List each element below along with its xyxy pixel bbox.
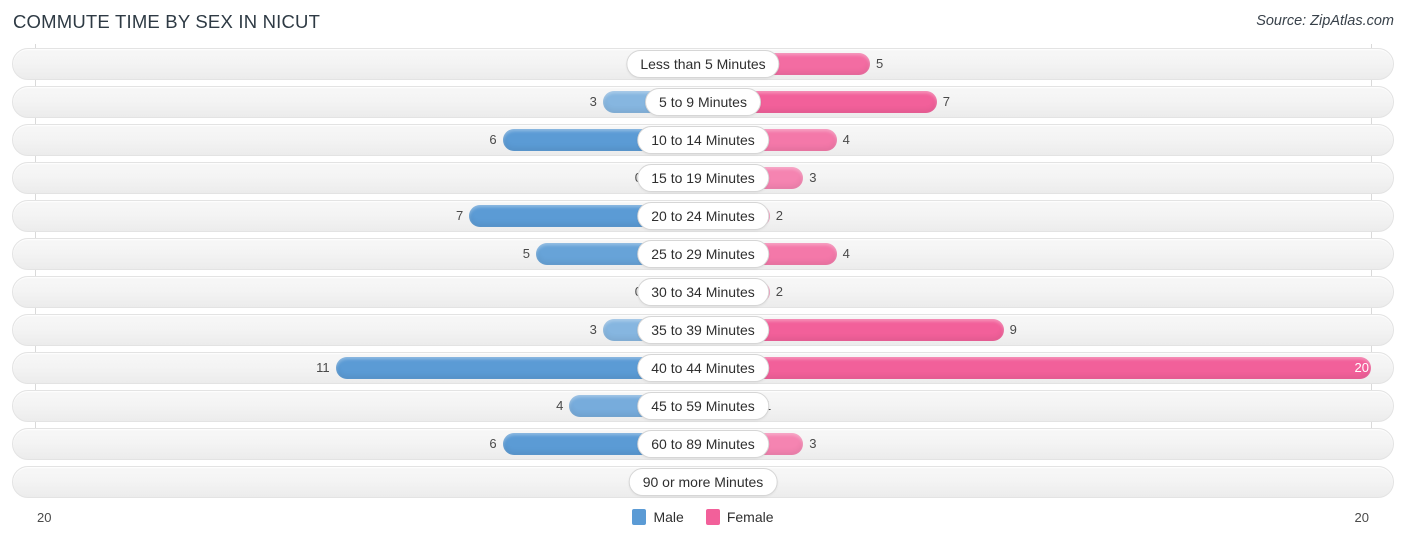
bar-value-female: 7: [942, 94, 951, 109]
bar-pair: 0315 to 19 Minutes: [13, 163, 1393, 193]
bar-value-male: 4: [556, 398, 564, 413]
bar-value-female: 3: [809, 170, 817, 185]
category-label: 30 to 34 Minutes: [637, 278, 769, 306]
bar-value-female: 9: [1009, 322, 1017, 337]
table-row[interactable]: 0090 or more Minutes: [12, 466, 1394, 498]
table-row[interactable]: 3 9 35 to 39 Minutes: [12, 314, 1394, 346]
source-attribution: Source: ZipAtlas.com: [1256, 13, 1394, 29]
bar-value-male: 3: [589, 94, 597, 109]
bar-pair: 0230 to 34 Minutes: [13, 277, 1393, 307]
bar-pair: 0090 or more Minutes: [13, 467, 1393, 497]
table-row[interactable]: 3 7 5 to 9 Minutes: [12, 86, 1394, 118]
table-row[interactable]: 0230 to 34 Minutes: [12, 276, 1394, 308]
bar-pair: 7 2 20 to 24 Minutes: [13, 201, 1393, 231]
table-row[interactable]: 6 4 10 to 14 Minutes: [12, 124, 1394, 156]
chart-header: COMMUTE TIME BY SEX IN NICUT Source: Zip…: [0, 0, 1406, 44]
bar-value-female: 3: [809, 436, 817, 451]
bar-value-female: 2: [775, 284, 784, 299]
bar-value-male: 11: [316, 360, 330, 375]
bar-pair: 3 7 5 to 9 Minutes: [13, 87, 1393, 117]
bar-value-female: 4: [842, 132, 850, 147]
chart-axis: 20 20 Male Female: [0, 504, 1406, 544]
chart-plot-area: 05Less than 5 Minutes375 to 9 Minutes641…: [0, 44, 1406, 525]
bar-value-male: 3: [589, 322, 597, 337]
category-label: 5 to 9 Minutes: [645, 88, 761, 116]
table-row[interactable]: 7 2 20 to 24 Minutes: [12, 200, 1394, 232]
table-row[interactable]: 0315 to 19 Minutes: [12, 162, 1394, 194]
table-row[interactable]: 6 3 60 to 89 Minutes: [12, 428, 1394, 460]
category-label: Less than 5 Minutes: [626, 50, 780, 78]
category-label: 15 to 19 Minutes: [637, 164, 769, 192]
bar-value-male: 7: [455, 208, 464, 223]
bar-pair: 05Less than 5 Minutes: [13, 49, 1393, 79]
category-label: 10 to 14 Minutes: [637, 126, 769, 154]
table-row[interactable]: 05Less than 5 Minutes: [12, 48, 1394, 80]
category-label: 25 to 29 Minutes: [637, 240, 769, 268]
category-label: 40 to 44 Minutes: [637, 354, 769, 382]
bar-pair: 5 4 25 to 29 Minutes: [13, 239, 1393, 269]
bar-value-male: 6: [489, 436, 497, 451]
bar-value-female: 2: [775, 208, 784, 223]
bar-pair: 11 20 40 to 44 Minutes: [13, 353, 1393, 383]
table-row[interactable]: 11 20 40 to 44 Minutes: [12, 352, 1394, 384]
bar-female[interactable]: [703, 357, 1371, 379]
category-label: 45 to 59 Minutes: [637, 392, 769, 420]
bar-pair: 4145 to 59 Minutes: [13, 391, 1393, 421]
table-row[interactable]: 4145 to 59 Minutes: [12, 390, 1394, 422]
bar-value-female: 20: [1354, 360, 1369, 375]
bar-value-female: 4: [842, 246, 850, 261]
table-row[interactable]: 5 4 25 to 29 Minutes: [12, 238, 1394, 270]
bar-rows-container: 05Less than 5 Minutes375 to 9 Minutes641…: [0, 44, 1406, 498]
category-label: 35 to 39 Minutes: [637, 316, 769, 344]
category-label: 60 to 89 Minutes: [637, 430, 769, 458]
category-label: 90 or more Minutes: [628, 468, 778, 496]
bar-pair: 6 4 10 to 14 Minutes: [13, 125, 1393, 155]
bar-pair: 3 9 35 to 39 Minutes: [13, 315, 1393, 345]
category-label: 20 to 24 Minutes: [637, 202, 769, 230]
bar-value-female: 5: [876, 56, 884, 71]
bar-pair: 6 3 60 to 89 Minutes: [13, 429, 1393, 459]
bar-value-male: 6: [489, 132, 497, 147]
page-title: COMMUTE TIME BY SEX IN NICUT: [13, 11, 321, 32]
bar-value-male: 5: [522, 246, 530, 261]
